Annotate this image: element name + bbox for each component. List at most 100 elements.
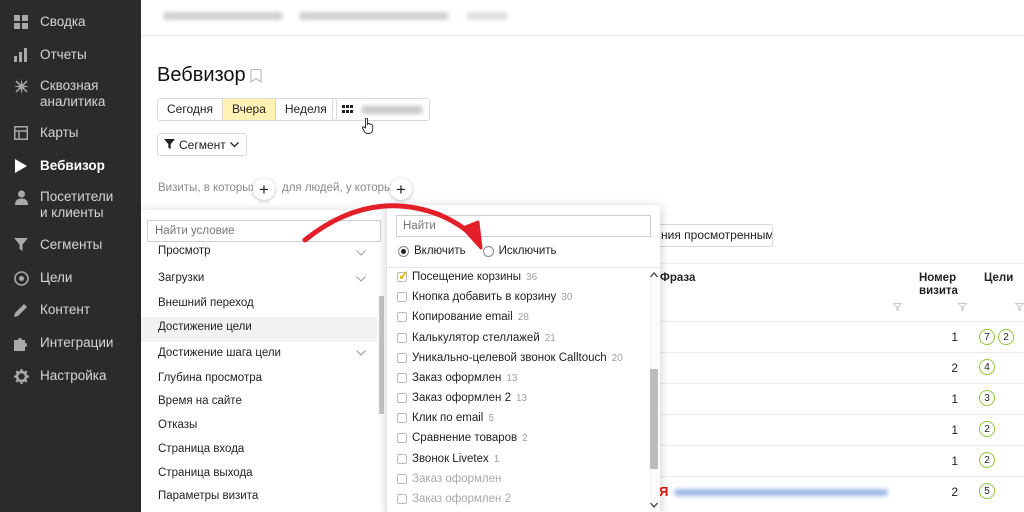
condition-item[interactable]: Отказы (158, 419, 197, 431)
goal-badge[interactable]: 2 (998, 329, 1014, 345)
counter-selector-button[interactable] (332, 98, 430, 121)
goal-count: 20 (611, 352, 623, 364)
sidebar-item-label: Отчеты (40, 47, 87, 62)
checkbox[interactable] (397, 373, 407, 383)
goal-badge[interactable]: 2 (979, 421, 995, 437)
goal-name: Заказ оформлен 2 (412, 392, 511, 404)
goal-count: 5 (488, 412, 494, 424)
condition-item[interactable]: Страница выхода (158, 467, 253, 479)
condition-item[interactable]: Достижение шага цели (158, 347, 281, 359)
filter-icon[interactable] (1015, 303, 1024, 311)
goal-name: Заказ оформлен 2 (412, 493, 511, 505)
visits-condition-label: Визиты, в которых (158, 182, 257, 194)
goal-badge[interactable]: 2 (979, 452, 995, 468)
goal-option[interactable]: Заказ оформлен 2 13 (397, 392, 527, 404)
sidebar-item-end-to-end-analytics[interactable]: Сквозная аналитика (0, 78, 141, 110)
blurred-phrase-link[interactable] (674, 489, 888, 496)
include-radio[interactable] (398, 245, 409, 257)
filter-icon[interactable] (893, 303, 902, 311)
goal-option[interactable]: Заказ оформлен (397, 473, 501, 485)
exclude-label[interactable]: Исключить (499, 245, 557, 257)
sidebar-item-reports[interactable]: Отчеты (0, 47, 141, 63)
scrollbar-thumb[interactable] (650, 369, 658, 469)
row-divider (660, 383, 1024, 384)
checkbox[interactable] (397, 353, 407, 363)
checkbox[interactable] (397, 474, 407, 484)
goal-option[interactable]: Посещение корзины 36 (397, 268, 538, 284)
sidebar-item-visitors[interactable]: Посетители и клиенты (0, 189, 141, 221)
checkbox[interactable] (397, 333, 407, 343)
goal-badge[interactable]: 3 (979, 390, 995, 406)
bookmark-icon[interactable] (250, 69, 262, 83)
condition-item[interactable]: Глубина просмотра (158, 372, 262, 384)
chevron-down-icon[interactable] (356, 276, 366, 282)
add-people-condition-button[interactable]: + (390, 178, 412, 200)
goal-option[interactable]: Заказ оформлен 2 (397, 493, 511, 505)
blurred-counter-id (466, 12, 508, 20)
include-exclude-toggle: Включить Исключить (398, 245, 557, 257)
period-week-button[interactable]: Неделя (276, 99, 336, 120)
scrollbar[interactable] (379, 296, 384, 414)
goal-count: 36 (526, 271, 538, 283)
goal-search-input[interactable] (396, 215, 651, 237)
goal-badge[interactable]: 7 (979, 329, 995, 345)
period-yesterday-button[interactable]: Вчера (223, 99, 276, 120)
condition-dropdown: Просмотр Загрузки Внешний переход Достиж… (141, 210, 387, 512)
sidebar-item-maps[interactable]: Карты (0, 125, 141, 141)
goal-badge[interactable]: 5 (979, 483, 995, 499)
checkbox[interactable] (397, 454, 407, 464)
condition-item[interactable]: Параметры визита (158, 490, 258, 502)
sidebar-item-summary[interactable]: Сводка (0, 14, 141, 30)
sidebar-item-segments[interactable]: Сегменты (0, 237, 141, 253)
column-header-visit-number[interactable]: Номер визита (919, 272, 961, 298)
condition-item[interactable]: Просмотр (158, 245, 211, 257)
grid-icon (342, 105, 353, 113)
checkbox-checked[interactable] (397, 268, 409, 284)
column-header-goals[interactable]: Цели (984, 272, 1013, 285)
checkbox[interactable] (397, 433, 407, 443)
grid-icon (13, 14, 29, 30)
condition-search-input[interactable] (147, 220, 381, 242)
viewed-filter-button[interactable]: ния просмотренными (653, 224, 773, 247)
segment-button[interactable]: Сегмент (157, 133, 247, 156)
chevron-down-icon (229, 141, 239, 147)
goal-name: Клик по email (412, 412, 484, 424)
goal-option[interactable]: Клик по email 5 (397, 412, 494, 424)
goal-option[interactable]: Звонок Livetex 1 (397, 453, 499, 465)
condition-item[interactable]: Внешний переход (158, 297, 254, 309)
goal-badge[interactable]: 4 (979, 359, 995, 375)
checkbox[interactable] (397, 494, 407, 504)
condition-item-selected[interactable]: Достижение цели (158, 321, 252, 333)
chevron-down-icon[interactable] (356, 250, 366, 256)
checkbox[interactable] (397, 413, 407, 423)
checkbox[interactable] (397, 393, 407, 403)
sidebar-item-goals[interactable]: Цели (0, 270, 141, 286)
period-today-button[interactable]: Сегодня (158, 99, 223, 120)
condition-item[interactable]: Время на сайте (158, 395, 242, 407)
add-visit-condition-button[interactable]: + (253, 178, 275, 200)
yandex-logo: Я (659, 484, 669, 499)
exclude-radio[interactable] (482, 245, 494, 257)
goal-option[interactable]: Заказ оформлен 13 (397, 372, 518, 384)
scroll-down-icon[interactable] (650, 502, 658, 508)
condition-item[interactable]: Страница входа (158, 443, 244, 455)
goal-option[interactable]: Сравнение товаров 2 (397, 432, 528, 444)
sidebar-item-integrations[interactable]: Интеграции (0, 335, 141, 351)
sidebar-item-webvisor[interactable]: Вебвизор (0, 158, 141, 174)
checkbox[interactable] (397, 292, 407, 302)
goal-option[interactable]: Уникально-целевой звонок Calltouch 20 (397, 352, 623, 364)
column-header-phrase[interactable]: Фраза (660, 272, 695, 285)
chevron-down-icon[interactable] (356, 350, 366, 356)
scroll-up-icon[interactable] (650, 272, 658, 278)
goal-option[interactable]: Кнопка добавить в корзину 30 (397, 291, 572, 303)
sparkle-icon (13, 78, 29, 94)
goal-option[interactable]: Калькулятор стеллажей 21 (397, 332, 556, 344)
goal-option[interactable]: Копирование email 28 (397, 311, 529, 323)
sidebar-item-settings[interactable]: Настройка (0, 368, 141, 384)
condition-item[interactable]: Загрузки (158, 272, 204, 284)
goal-name: Сравнение товаров (412, 432, 518, 444)
sidebar-item-content[interactable]: Контент (0, 302, 141, 318)
filter-icon[interactable] (958, 303, 967, 311)
checkbox[interactable] (397, 312, 407, 322)
include-label[interactable]: Включить (414, 245, 466, 257)
